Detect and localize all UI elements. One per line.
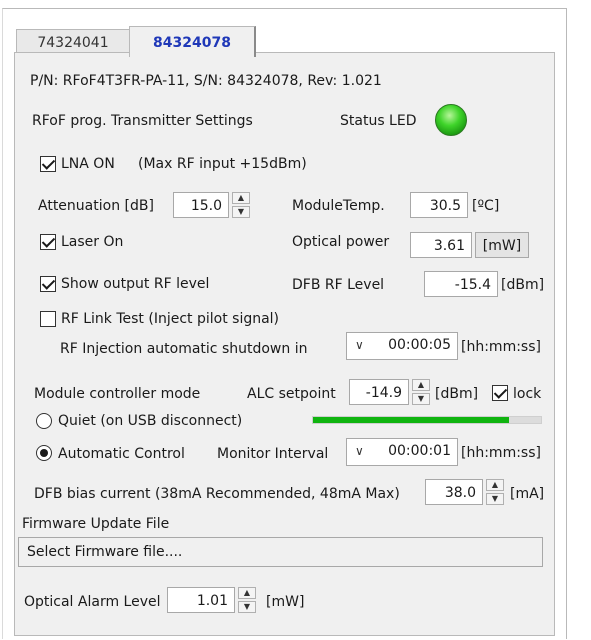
- spin-up-icon[interactable]: ▲: [486, 479, 504, 491]
- chevron-down-icon[interactable]: ∨: [355, 338, 364, 352]
- optical-alarm-input[interactable]: 1.01: [167, 587, 235, 613]
- optical-power-value: 3.61: [410, 232, 472, 258]
- dfb-rf-level-label: DFB RF Level: [292, 277, 385, 293]
- module-temp-unit: [ºC]: [472, 198, 500, 214]
- rf-injection-unit: [hh:mm:ss]: [461, 339, 541, 355]
- lna-checkbox[interactable]: [40, 156, 56, 172]
- rf-injection-label: RF Injection automatic shutdown in: [60, 341, 308, 357]
- monitor-interval-value: 00:00:01: [388, 443, 451, 459]
- dfb-bias-unit: [mA]: [510, 486, 545, 502]
- tab-84324078[interactable]: 84324078: [129, 26, 256, 57]
- settings-title: RFoF prog. Transmitter Settings: [32, 113, 253, 129]
- monitor-interval-select[interactable]: ∨ 00:00:01: [346, 438, 458, 466]
- alc-setpoint-stepper[interactable]: ▲ ▼: [412, 379, 430, 405]
- alc-level-bar: [312, 416, 542, 424]
- optical-power-label: Optical power: [292, 234, 390, 250]
- optical-alarm-label: Optical Alarm Level: [24, 594, 161, 610]
- automatic-control-radio[interactable]: [36, 445, 52, 461]
- dfb-bias-stepper[interactable]: ▲ ▼: [486, 479, 504, 505]
- lock-checkbox[interactable]: [492, 385, 508, 401]
- attenuation-stepper[interactable]: ▲ ▼: [232, 192, 250, 218]
- show-rf-checkbox[interactable]: [40, 276, 56, 292]
- device-info-line: P/N: RFoF4T3FR-PA-11, S/N: 84324078, Rev…: [30, 73, 382, 89]
- status-led-icon: [435, 104, 467, 136]
- dfb-rf-level-unit: [dBm]: [501, 277, 545, 293]
- alc-setpoint-input[interactable]: -14.9: [349, 379, 409, 405]
- controller-mode-label: Module controller mode: [34, 386, 201, 402]
- quiet-label: Quiet (on USB disconnect): [58, 413, 243, 429]
- lna-label: LNA ON: [61, 156, 115, 172]
- dfb-bias-input[interactable]: 38.0: [425, 479, 483, 505]
- status-led-label: Status LED: [340, 113, 417, 129]
- rf-link-test-checkbox[interactable]: [40, 311, 56, 327]
- rf-link-test-label: RF Link Test (Inject pilot signal): [61, 311, 280, 327]
- rf-injection-duration-value: 00:00:05: [388, 337, 451, 353]
- dfb-rf-level-value: -15.4: [424, 271, 498, 297]
- alc-setpoint-label: ALC setpoint: [247, 386, 336, 402]
- spin-down-icon[interactable]: ▼: [486, 493, 504, 505]
- optical-alarm-unit: [mW]: [266, 594, 305, 610]
- alc-level-fill: [313, 417, 510, 423]
- attenuation-label: Attenuation [dB]: [38, 198, 154, 214]
- lock-label: lock: [513, 386, 542, 402]
- lna-note: (Max RF input +15dBm): [138, 156, 307, 172]
- module-temp-value: 30.5: [410, 192, 468, 218]
- alc-setpoint-unit: [dBm]: [435, 386, 479, 402]
- select-firmware-button[interactable]: Select Firmware file....: [18, 537, 543, 567]
- laser-label: Laser On: [61, 234, 124, 250]
- spin-up-icon[interactable]: ▲: [238, 587, 256, 599]
- spin-up-icon[interactable]: ▲: [232, 192, 250, 204]
- module-temp-label: ModuleTemp.: [292, 198, 385, 214]
- spin-down-icon[interactable]: ▼: [238, 601, 256, 613]
- rf-injection-duration-select[interactable]: ∨ 00:00:05: [346, 332, 458, 360]
- monitor-interval-unit: [hh:mm:ss]: [461, 445, 541, 461]
- quiet-radio[interactable]: [36, 413, 52, 429]
- attenuation-input[interactable]: 15.0: [173, 192, 229, 218]
- show-rf-label: Show output RF level: [61, 276, 210, 292]
- dfb-bias-label: DFB bias current (38mA Recommended, 48mA…: [34, 486, 400, 502]
- spin-down-icon[interactable]: ▼: [232, 206, 250, 218]
- spin-down-icon[interactable]: ▼: [412, 393, 430, 405]
- optical-power-unit: [mW]: [475, 232, 529, 258]
- firmware-update-label: Firmware Update File: [22, 516, 170, 532]
- automatic-control-label: Automatic Control: [58, 446, 185, 462]
- monitor-interval-label: Monitor Interval: [217, 446, 329, 462]
- spin-up-icon[interactable]: ▲: [412, 379, 430, 391]
- chevron-down-icon[interactable]: ∨: [355, 444, 364, 458]
- laser-checkbox[interactable]: [40, 234, 56, 250]
- optical-alarm-stepper[interactable]: ▲ ▼: [238, 587, 256, 613]
